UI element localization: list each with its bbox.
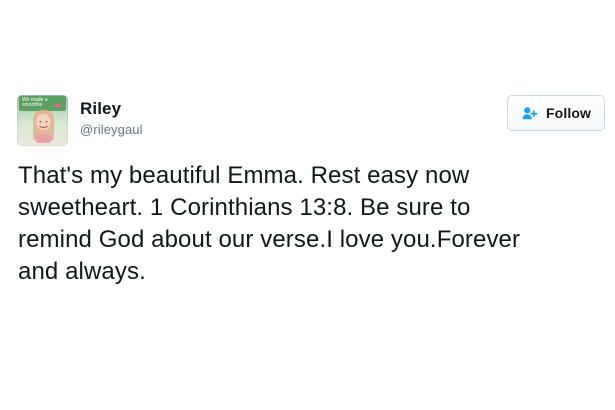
- author-name-block: Riley @rileygaul: [80, 100, 143, 138]
- profile-person-icon: [33, 110, 54, 143]
- tweet-card: We made a smoothie Riley @rileygaul Foll…: [0, 0, 615, 410]
- tweet-text-line-4: and always.: [18, 258, 146, 285]
- add-user-icon: [521, 105, 538, 122]
- tweet-text-line-3: remind God about our verse.I love you.Fo…: [18, 226, 521, 253]
- avatar[interactable]: We made a smoothie: [17, 95, 68, 146]
- username[interactable]: @rileygaul: [80, 122, 143, 137]
- display-name[interactable]: Riley: [80, 100, 143, 118]
- tweet-text: That's my beautiful Emma. Rest easy now …: [18, 160, 598, 288]
- tweet-text-line-1: That's my beautiful Emma. Rest easy now: [18, 162, 470, 189]
- follow-label: Follow: [546, 105, 591, 121]
- avatar-caption-line-2: smoothie: [22, 102, 43, 108]
- follow-button[interactable]: Follow: [507, 95, 605, 131]
- tweet-text-line-2: sweetheart. 1 Corinthians 13:8. Be sure …: [18, 194, 471, 221]
